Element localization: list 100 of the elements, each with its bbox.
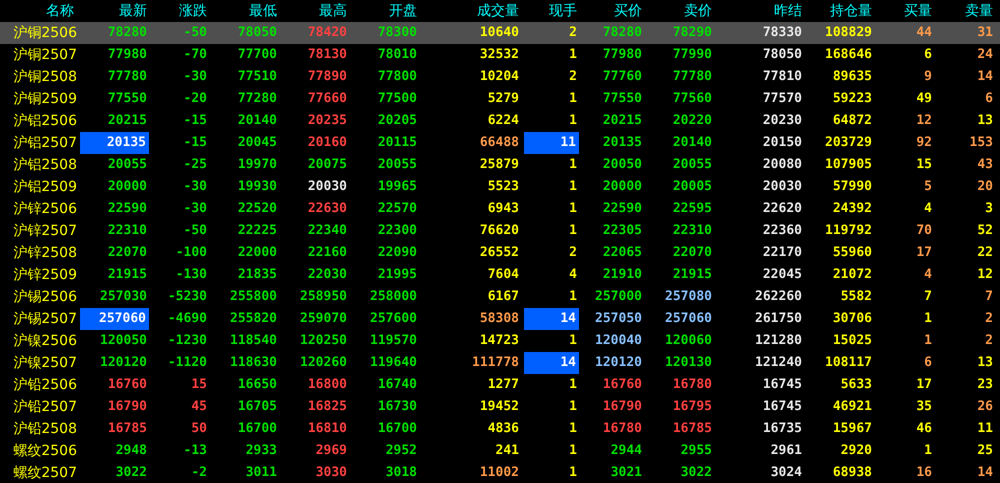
- table-row[interactable]: 沪铝2506 20215 -15 20140 20235 20205 6224 1 20215 20220 20230 64872 12 13: [0, 110, 1000, 132]
- column-header[interactable]: 名称: [46, 3, 74, 19]
- table-cell: 257000: [595, 289, 642, 304]
- table-cell: -20: [184, 91, 207, 106]
- table-cell: 121240: [755, 355, 802, 370]
- table-cell: 6943: [488, 201, 519, 216]
- table-cell: 20005: [672, 179, 712, 194]
- table-cell: 16760: [602, 377, 642, 392]
- selected-row-highlight[interactable]: 沪铜2506 78280 -50 78050 78420 78300 10640 2 78280 78290 78330 108829 44 31: [0, 22, 1000, 44]
- table-cell: 257060: [99, 311, 146, 326]
- table-row[interactable]: 沪镍2506 120050 -1230 118540 120250 119570 14723 1 120040 120060 121280 15025 1 2: [0, 330, 1000, 352]
- table-cell: 44: [916, 25, 932, 40]
- table-cell: 22305: [602, 223, 642, 238]
- contract-name: 沪锌2507: [13, 223, 77, 239]
- column-header[interactable]: 昨结: [774, 3, 802, 19]
- table-cell: 2944: [610, 443, 642, 458]
- table-cell: -1120: [168, 355, 207, 370]
- table-cell: 22590: [108, 201, 147, 216]
- column-header[interactable]: 现手: [549, 3, 577, 19]
- table-cell: 25: [977, 443, 993, 458]
- table-row[interactable]: 沪锌2506 22590 -30 22520 22630 22570 6943 1 22590 22595 22620 24392 4 3: [0, 198, 1000, 220]
- table-row[interactable]: 沪锌2509 21915 -130 21835 22030 21995 7604 4 21910 21915 22045 21072 4 12: [0, 264, 1000, 286]
- table-cell: 2: [985, 333, 993, 348]
- contract-name: 沪铝2509: [13, 179, 77, 195]
- column-header[interactable]: 最高: [319, 3, 347, 19]
- table-cell: 20220: [672, 113, 712, 128]
- table-cell: 120040: [595, 333, 642, 348]
- table-cell: 1: [569, 443, 577, 458]
- table-cell: 257060: [665, 311, 712, 326]
- table-cell: 20140: [672, 135, 712, 150]
- table-cell: 14: [977, 465, 993, 480]
- table-cell: 16790: [602, 399, 642, 414]
- table-row[interactable]: 沪铅2506 16760 15 16650 16800 16740 1277 1 16760 16780 16745 5633 17 23: [0, 374, 1000, 396]
- contract-name: 沪铝2506: [13, 113, 77, 129]
- table-cell: 4836: [488, 421, 519, 436]
- table-cell: 16700: [238, 421, 277, 436]
- table-cell: 21915: [108, 267, 147, 282]
- table-cell: 22595: [672, 201, 712, 216]
- column-header[interactable]: 持仓量: [830, 3, 872, 19]
- table-row[interactable]: 螺纹2506 2948 -13 2933 2969 2952 241 1 2944 2955 2961 2920 1 25: [0, 440, 1000, 462]
- table-cell: 20000: [108, 179, 147, 194]
- table-cell: 10204: [480, 69, 519, 84]
- table-cell: 77760: [602, 69, 642, 84]
- table-row[interactable]: 沪铜2509 77550 -20 77280 77660 77500 5279 1 77550 77560 77570 59223 49 6: [0, 88, 1000, 110]
- column-header[interactable]: 最新: [119, 3, 147, 19]
- column-header[interactable]: 卖量: [965, 3, 993, 19]
- table-cell: 118540: [230, 333, 277, 348]
- table-cell: 22360: [762, 223, 802, 238]
- table-cell: 120260: [300, 355, 347, 370]
- table-cell: 31: [977, 25, 993, 40]
- table-cell: 77990: [672, 47, 712, 62]
- table-cell: 19452: [480, 399, 519, 414]
- table-cell: 21835: [238, 267, 277, 282]
- table-row[interactable]: 沪锌2508 22070 -100 22000 22160 22090 26552 2 22065 22070 22170 55960 17 22: [0, 242, 1000, 264]
- table-cell: 22225: [238, 223, 277, 238]
- table-cell: 1: [569, 333, 577, 348]
- table-cell: 255800: [230, 289, 277, 304]
- table-row[interactable]: 螺纹2507 3022 -2 3011 3030 3018 11002 1 3021 3022 3024 68938 16 14: [0, 462, 1000, 483]
- table-cell: 3022: [116, 465, 147, 480]
- table-cell: 1: [924, 333, 932, 348]
- column-header[interactable]: 买量: [904, 3, 932, 19]
- table-cell: 119640: [370, 355, 417, 370]
- table-cell: 22070: [672, 245, 712, 260]
- table-row[interactable]: 沪铜2507 77980 -70 77700 78130 78010 32532 1 77980 77990 78050 168646 6 24: [0, 44, 1000, 66]
- table-row[interactable]: 沪铝2507 20135 -15 20045 20160 20115 66488 11 20135 20140 20150 203729 92 153: [0, 132, 1000, 154]
- table-cell: 78280: [108, 25, 147, 40]
- column-header[interactable]: 买价: [614, 3, 642, 19]
- table-cell: 16825: [308, 399, 347, 414]
- table-row[interactable]: 沪镍2507 120120 -1120 118630 120260 119640 111778 14 120120 120130 121240 108117 6 13: [0, 352, 1000, 374]
- table-cell: -15: [184, 135, 207, 150]
- table-row[interactable]: 沪铝2509 20000 -30 19930 20030 19965 5523 1 20000 20005 20030 57990 5 20: [0, 176, 1000, 198]
- table-row[interactable]: 沪锡2506 257030 -5230 255800 258950 258000 6167 1 257000 257080 262260 5582 7 7: [0, 286, 1000, 308]
- table-cell: 17: [916, 377, 932, 392]
- table-cell: 26552: [480, 245, 519, 260]
- contract-name: 螺纹2507: [13, 465, 77, 481]
- column-header[interactable]: 最低: [249, 3, 277, 19]
- table-row[interactable]: 沪铝2508 20055 -25 19970 20075 20055 25879 1 20050 20055 20080 107905 15 43: [0, 154, 1000, 176]
- table-row[interactable]: 沪铜2508 77780 -30 77510 77890 77800 10204 2 77760 77780 77810 89635 9 14: [0, 66, 1000, 88]
- table-cell: 77810: [762, 69, 802, 84]
- table-cell: 22340: [308, 223, 347, 238]
- table-row[interactable]: 沪锌2507 22310 -50 22225 22340 22300 76620 1 22305 22310 22360 119792 70 52: [0, 220, 1000, 242]
- table-cell: 55960: [832, 245, 872, 260]
- table-row[interactable]: 沪铅2508 16785 50 16700 16810 16700 4836 1 16780 16785 16735 15967 46 11: [0, 418, 1000, 440]
- column-header[interactable]: 卖价: [684, 3, 712, 19]
- table-row[interactable]: 沪铅2507 16790 45 16705 16825 16730 19452 1 16790 16795 16745 46921 35 26: [0, 396, 1000, 418]
- table-cell: 16745: [762, 377, 802, 392]
- column-header[interactable]: 涨跌: [179, 3, 207, 19]
- table-cell: 15967: [832, 421, 872, 436]
- table-cell: 45: [191, 399, 207, 414]
- table-cell: 70: [916, 223, 932, 238]
- table-cell: 92: [916, 135, 932, 150]
- column-header[interactable]: 开盘: [389, 3, 417, 19]
- table-row[interactable]: 沪锡2507 257060 -4690 255820 259070 257600 58308 14 257050 257060 261750 30706 1 2: [0, 308, 1000, 330]
- column-header[interactable]: 成交量: [477, 3, 519, 19]
- table-cell: 6224: [488, 113, 519, 128]
- table-cell: 259070: [300, 311, 347, 326]
- table-cell: 77280: [238, 91, 277, 106]
- table-cell: 16740: [378, 377, 417, 392]
- contract-name: 沪铜2508: [13, 69, 77, 85]
- table-cell: 12: [977, 267, 993, 282]
